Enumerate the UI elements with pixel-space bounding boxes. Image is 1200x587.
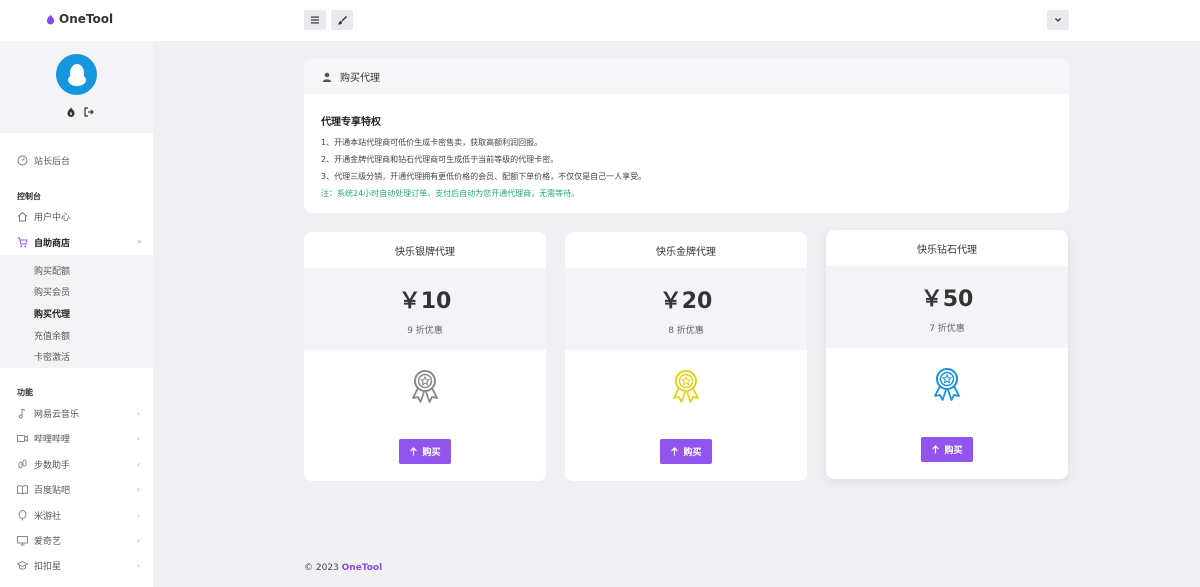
plan-name: 快乐钻石代理	[917, 244, 977, 256]
home-icon	[17, 211, 28, 222]
privileges-title: 代理专享特权	[321, 117, 381, 128]
sidebar-item-netease-music[interactable]: 网易云音乐	[17, 407, 79, 420]
sidebar-item-label: 米游社	[34, 512, 62, 522]
qq-penguin-icon	[67, 63, 86, 86]
auto-process-note: 注：系统24小时自动处理订单，支付后自动为您开通代理商，无需等待。	[321, 189, 580, 198]
plan-price: ￥20	[659, 288, 713, 314]
chevron-left-icon: ‹	[137, 434, 141, 443]
sidebar-item-label: 扣扣星	[34, 562, 62, 572]
chevron-left-icon: ‹	[137, 409, 141, 418]
submenu-item-buy-quota[interactable]: 购买配额	[34, 264, 70, 277]
buy-gold-button[interactable]: 购买	[660, 439, 712, 464]
sidebar-item-label: 自助商店	[34, 239, 71, 249]
copyright-text: © 2023	[304, 563, 339, 573]
cart-icon	[17, 237, 28, 248]
book-icon	[17, 485, 28, 495]
arrow-up-icon	[671, 447, 679, 456]
plan-discount: 7 折优惠	[929, 323, 965, 334]
submenu-item-buy-membership[interactable]: 购买会员	[34, 285, 70, 298]
music-note-icon	[18, 408, 26, 419]
sidebar-item-label: 爱奇艺	[34, 537, 62, 547]
chevron-left-icon: ‹	[137, 460, 141, 469]
sidebar-item-label: 站长后台	[34, 157, 71, 167]
arrow-up-icon	[410, 447, 418, 456]
sidebar: 站长后台 控制台 用户中心 自助商店 » 购买配额 购买会员 购买代理 充值余额…	[0, 41, 153, 587]
award-medal-icon	[934, 368, 960, 401]
award-medal-icon	[673, 370, 699, 403]
sidebar-item-label: 步数助手	[34, 461, 71, 471]
sidebar-item-steps[interactable]: 步数助手	[17, 458, 70, 471]
plan-card-silver: 快乐银牌代理 ￥10 9 折优惠 购买	[304, 232, 546, 481]
arrow-up-icon	[932, 445, 940, 454]
brush-icon	[337, 16, 347, 25]
flame-logo-icon	[46, 13, 55, 24]
agent-privileges-card: 购买代理 代理专享特权 1、开通本站代理商可低价生成卡密售卖，获取高额利润回报。…	[304, 59, 1069, 213]
top-header: OneTool	[0, 0, 1200, 41]
footprints-icon	[18, 459, 27, 469]
sidebar-item-label: 网易云音乐	[34, 410, 80, 420]
sidebar-item-iqiyi[interactable]: 爱奇艺	[17, 534, 61, 547]
chevron-down-icon	[1055, 18, 1061, 22]
chevron-left-icon: ‹	[137, 511, 141, 520]
monitor-icon	[17, 536, 28, 546]
sidebar-item-label: 用户中心	[34, 213, 71, 223]
award-medal-icon	[412, 370, 438, 403]
plan-name: 快乐金牌代理	[656, 246, 716, 258]
plan-card-gold: 快乐金牌代理 ￥20 8 折优惠 购买	[565, 232, 807, 481]
sidebar-item-label: 百度贴吧	[34, 486, 71, 496]
theme-button[interactable]	[331, 10, 353, 30]
brand-name: OneTool	[59, 12, 114, 26]
privilege-line: 3、代理三级分销，开通代理拥有更低价格的会员、配额下单价格，不仅仅是自己一人享受…	[321, 172, 647, 181]
chevron-left-icon: ‹	[137, 485, 141, 494]
section-heading-features: 功能	[17, 388, 33, 397]
user-icon	[322, 72, 332, 82]
privilege-line: 1、开通本站代理商可低价生成卡密售卖，获取高额利润回报。	[321, 138, 543, 147]
sidebar-item-user-center[interactable]: 用户中心	[17, 210, 70, 223]
buy-button-label: 购买	[944, 446, 963, 456]
fire-icon[interactable]	[66, 107, 76, 117]
submenu-item-card-activate[interactable]: 卡密激活	[34, 350, 70, 363]
chevron-left-icon: ‹	[137, 561, 141, 570]
buy-button-label: 购买	[422, 448, 441, 458]
logout-icon[interactable]	[84, 107, 94, 117]
plan-card-diamond: 快乐钻石代理 ￥50 7 折优惠 购买	[826, 230, 1068, 479]
submenu-item-buy-agent[interactable]: 购买代理	[34, 307, 70, 320]
sidebar-item-baidu-tieba[interactable]: 百度贴吧	[17, 483, 70, 496]
chevron-left-icon: ‹	[137, 536, 141, 545]
sidebar-item-label: 哔哩哔哩	[34, 435, 71, 445]
sidebar-item-shop[interactable]: 自助商店	[17, 236, 70, 249]
plan-discount: 9 折优惠	[407, 325, 443, 336]
profile-panel	[0, 41, 153, 133]
brand-logo[interactable]: OneTool	[46, 12, 113, 26]
speedometer-icon	[17, 155, 28, 166]
plan-name: 快乐银牌代理	[395, 246, 455, 258]
hamburger-icon	[311, 16, 319, 24]
buy-silver-button[interactable]: 购买	[399, 439, 451, 464]
sidebar-item-koukouxing[interactable]: 扣扣星	[17, 559, 61, 572]
privilege-line: 2、开通金牌代理商和钻石代理商可生成低于当前等级的代理卡密。	[321, 155, 559, 164]
chevron-double-down-icon: »	[137, 237, 142, 246]
submenu-item-recharge[interactable]: 充值余额	[34, 329, 70, 342]
buy-diamond-button[interactable]: 购买	[921, 437, 973, 462]
video-icon	[17, 435, 28, 442]
user-dropdown-button[interactable]	[1047, 10, 1069, 30]
sidebar-item-dashboard[interactable]: 站长后台	[17, 154, 70, 167]
footer: © 2023 OneTool	[304, 563, 382, 573]
menu-toggle-button[interactable]	[304, 10, 326, 30]
card-header: 购买代理	[304, 59, 1069, 94]
sidebar-item-miyoushe[interactable]: 米游社	[17, 509, 61, 522]
buy-button-label: 购买	[683, 448, 702, 458]
card-title: 购买代理	[340, 73, 380, 84]
avatar[interactable]	[56, 54, 97, 95]
plan-price: ￥10	[398, 288, 452, 314]
shop-submenu: 购买配额 购买会员 购买代理 充值余额 卡密激活	[0, 255, 153, 368]
sidebar-item-bilibili[interactable]: 哔哩哔哩	[17, 432, 70, 445]
plan-discount: 8 折优惠	[668, 325, 704, 336]
section-heading-console: 控制台	[17, 192, 41, 201]
plan-price: ￥50	[920, 286, 974, 312]
graduation-cap-icon	[17, 560, 28, 570]
footer-brand-link[interactable]: OneTool	[342, 563, 383, 573]
balloon-icon	[18, 510, 27, 521]
